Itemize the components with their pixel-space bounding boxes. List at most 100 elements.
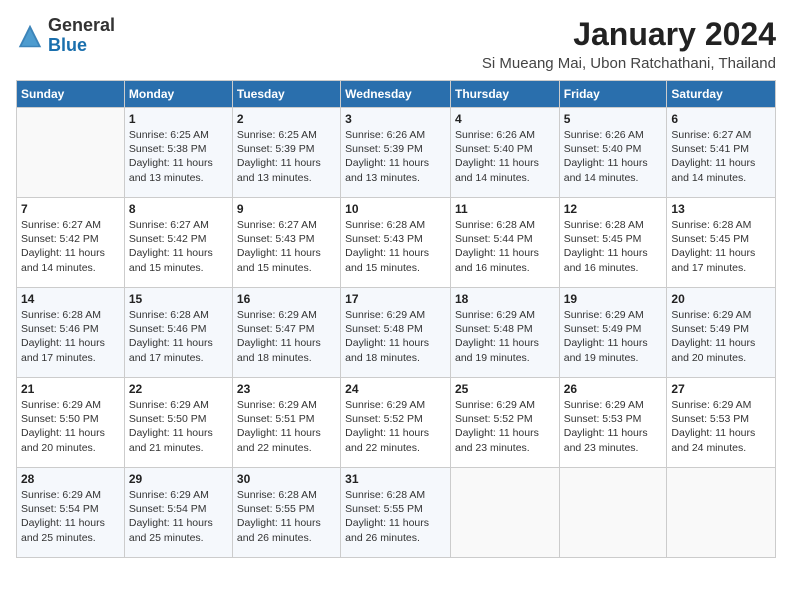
day-number: 4	[455, 112, 555, 126]
day-info: Sunrise: 6:28 AMSunset: 5:55 PMDaylight:…	[237, 488, 336, 545]
calendar-day-cell: 10 Sunrise: 6:28 AMSunset: 5:43 PMDayligh…	[341, 198, 451, 288]
calendar-day-cell: 4 Sunrise: 6:26 AMSunset: 5:40 PMDaylight…	[450, 108, 559, 198]
calendar-day-cell: 22Sunrise: 6:29 AMSunset: 5:50 PMDayligh…	[124, 378, 232, 468]
calendar-day-cell: 6 Sunrise: 6:27 AMSunset: 5:41 PMDaylight…	[667, 108, 776, 198]
day-info: Sunrise: 6:27 AMSunset: 5:41 PMDaylight:…	[671, 128, 771, 185]
logo: General Blue	[16, 16, 115, 56]
day-info: Sunrise: 6:28 AMSunset: 5:46 PMDaylight:…	[129, 308, 228, 365]
calendar-day-cell: 17Sunrise: 6:29 AMSunset: 5:48 PMDayligh…	[341, 288, 451, 378]
day-number: 5	[564, 112, 663, 126]
day-info: Sunrise: 6:29 AMSunset: 5:53 PMDaylight:…	[671, 398, 771, 455]
calendar-day-cell: 25 Sunrise: 6:29 AMSunset: 5:52 PMDayligh…	[450, 378, 559, 468]
calendar-week-row: 21 Sunrise: 6:29 AMSunset: 5:50 PMDayligh…	[17, 378, 776, 468]
weekday-header-row: SundayMondayTuesdayWednesdayThursdayFrid…	[17, 81, 776, 108]
calendar-day-cell: 20 Sunrise: 6:29 AMSunset: 5:49 PMDayligh…	[667, 288, 776, 378]
day-info: Sunrise: 6:26 AMSunset: 5:40 PMDaylight:…	[455, 128, 555, 185]
calendar-day-cell: 5 Sunrise: 6:26 AMSunset: 5:40 PMDaylight…	[559, 108, 667, 198]
logo-text: General Blue	[48, 16, 115, 56]
calendar-day-cell: 9Sunrise: 6:27 AMSunset: 5:43 PMDaylight…	[232, 198, 340, 288]
day-number: 11	[455, 202, 555, 216]
day-number: 12	[564, 202, 663, 216]
calendar-day-cell: 18 Sunrise: 6:29 AMSunset: 5:48 PMDayligh…	[450, 288, 559, 378]
calendar-day-cell	[667, 468, 776, 558]
day-number: 17	[345, 292, 446, 306]
calendar-day-cell: 31 Sunrise: 6:28 AMSunset: 5:55 PMDayligh…	[341, 468, 451, 558]
calendar-day-cell: 23Sunrise: 6:29 AMSunset: 5:51 PMDayligh…	[232, 378, 340, 468]
day-number: 21	[21, 382, 120, 396]
day-number: 18	[455, 292, 555, 306]
logo-icon	[16, 22, 44, 50]
calendar-day-cell: 28Sunrise: 6:29 AMSunset: 5:54 PMDayligh…	[17, 468, 125, 558]
weekday-header-cell: Saturday	[667, 81, 776, 108]
day-number: 30	[237, 472, 336, 486]
day-number: 25	[455, 382, 555, 396]
weekday-header-cell: Monday	[124, 81, 232, 108]
page-header: General Blue January 2024 Si Mueang Mai,…	[16, 16, 776, 72]
calendar-day-cell: 1 Sunrise: 6:25 AMSunset: 5:38 PMDaylight…	[124, 108, 232, 198]
weekday-header-cell: Friday	[559, 81, 667, 108]
day-number: 10	[345, 202, 446, 216]
calendar-day-cell: 7 Sunrise: 6:27 AMSunset: 5:42 PMDaylight…	[17, 198, 125, 288]
month-year-title: January 2024	[482, 16, 776, 53]
day-number: 16	[237, 292, 336, 306]
calendar-week-row: 7 Sunrise: 6:27 AMSunset: 5:42 PMDaylight…	[17, 198, 776, 288]
day-info: Sunrise: 6:28 AMSunset: 5:45 PMDaylight:…	[671, 218, 771, 275]
day-info: Sunrise: 6:29 AMSunset: 5:54 PMDaylight:…	[129, 488, 228, 545]
day-number: 8	[129, 202, 228, 216]
calendar-day-cell: 24Sunrise: 6:29 AMSunset: 5:52 PMDayligh…	[341, 378, 451, 468]
day-info: Sunrise: 6:29 AMSunset: 5:52 PMDaylight:…	[455, 398, 555, 455]
day-number: 22	[129, 382, 228, 396]
logo-blue: Blue	[48, 35, 87, 55]
day-info: Sunrise: 6:28 AMSunset: 5:43 PMDaylight:…	[345, 218, 446, 275]
weekday-header-cell: Tuesday	[232, 81, 340, 108]
day-info: Sunrise: 6:28 AMSunset: 5:44 PMDaylight:…	[455, 218, 555, 275]
calendar-day-cell: 2Sunrise: 6:25 AMSunset: 5:39 PMDaylight…	[232, 108, 340, 198]
day-info: Sunrise: 6:29 AMSunset: 5:49 PMDaylight:…	[671, 308, 771, 365]
calendar-day-cell: 27 Sunrise: 6:29 AMSunset: 5:53 PMDayligh…	[667, 378, 776, 468]
day-number: 6	[671, 112, 771, 126]
day-number: 3	[345, 112, 446, 126]
calendar-day-cell: 29 Sunrise: 6:29 AMSunset: 5:54 PMDayligh…	[124, 468, 232, 558]
day-info: Sunrise: 6:29 AMSunset: 5:47 PMDaylight:…	[237, 308, 336, 365]
title-block: January 2024 Si Mueang Mai, Ubon Ratchat…	[482, 16, 776, 72]
calendar-table: SundayMondayTuesdayWednesdayThursdayFrid…	[16, 80, 776, 558]
day-info: Sunrise: 6:26 AMSunset: 5:40 PMDaylight:…	[564, 128, 663, 185]
day-info: Sunrise: 6:25 AMSunset: 5:38 PMDaylight:…	[129, 128, 228, 185]
calendar-week-row: 14 Sunrise: 6:28 AMSunset: 5:46 PMDayligh…	[17, 288, 776, 378]
day-info: Sunrise: 6:25 AMSunset: 5:39 PMDaylight:…	[237, 128, 336, 185]
calendar-day-cell: 12Sunrise: 6:28 AMSunset: 5:45 PMDayligh…	[559, 198, 667, 288]
day-number: 20	[671, 292, 771, 306]
day-number: 7	[21, 202, 120, 216]
day-number: 13	[671, 202, 771, 216]
day-info: Sunrise: 6:29 AMSunset: 5:49 PMDaylight:…	[564, 308, 663, 365]
day-number: 1	[129, 112, 228, 126]
day-info: Sunrise: 6:29 AMSunset: 5:48 PMDaylight:…	[455, 308, 555, 365]
calendar-day-cell: 30 Sunrise: 6:28 AMSunset: 5:55 PMDayligh…	[232, 468, 340, 558]
day-info: Sunrise: 6:29 AMSunset: 5:50 PMDaylight:…	[21, 398, 120, 455]
calendar-day-cell: 19 Sunrise: 6:29 AMSunset: 5:49 PMDayligh…	[559, 288, 667, 378]
calendar-body: 1 Sunrise: 6:25 AMSunset: 5:38 PMDaylight…	[17, 108, 776, 558]
calendar-day-cell	[559, 468, 667, 558]
weekday-header-cell: Wednesday	[341, 81, 451, 108]
weekday-header-cell: Sunday	[17, 81, 125, 108]
day-number: 31	[345, 472, 446, 486]
day-number: 27	[671, 382, 771, 396]
day-number: 23	[237, 382, 336, 396]
day-number: 14	[21, 292, 120, 306]
calendar-day-cell: 26Sunrise: 6:29 AMSunset: 5:53 PMDayligh…	[559, 378, 667, 468]
calendar-week-row: 28Sunrise: 6:29 AMSunset: 5:54 PMDayligh…	[17, 468, 776, 558]
day-info: Sunrise: 6:27 AMSunset: 5:42 PMDaylight:…	[21, 218, 120, 275]
day-info: Sunrise: 6:28 AMSunset: 5:55 PMDaylight:…	[345, 488, 446, 545]
day-number: 19	[564, 292, 663, 306]
calendar-day-cell	[450, 468, 559, 558]
day-number: 26	[564, 382, 663, 396]
weekday-header-cell: Thursday	[450, 81, 559, 108]
calendar-day-cell	[17, 108, 125, 198]
calendar-day-cell: 15Sunrise: 6:28 AMSunset: 5:46 PMDayligh…	[124, 288, 232, 378]
calendar-day-cell: 11 Sunrise: 6:28 AMSunset: 5:44 PMDayligh…	[450, 198, 559, 288]
calendar-day-cell: 14Sunrise: 6:28 AMSunset: 5:46 PMDayligh…	[17, 288, 125, 378]
day-number: 29	[129, 472, 228, 486]
day-number: 9	[237, 202, 336, 216]
day-info: Sunrise: 6:29 AMSunset: 5:54 PMDaylight:…	[21, 488, 120, 545]
calendar-day-cell: 21 Sunrise: 6:29 AMSunset: 5:50 PMDayligh…	[17, 378, 125, 468]
